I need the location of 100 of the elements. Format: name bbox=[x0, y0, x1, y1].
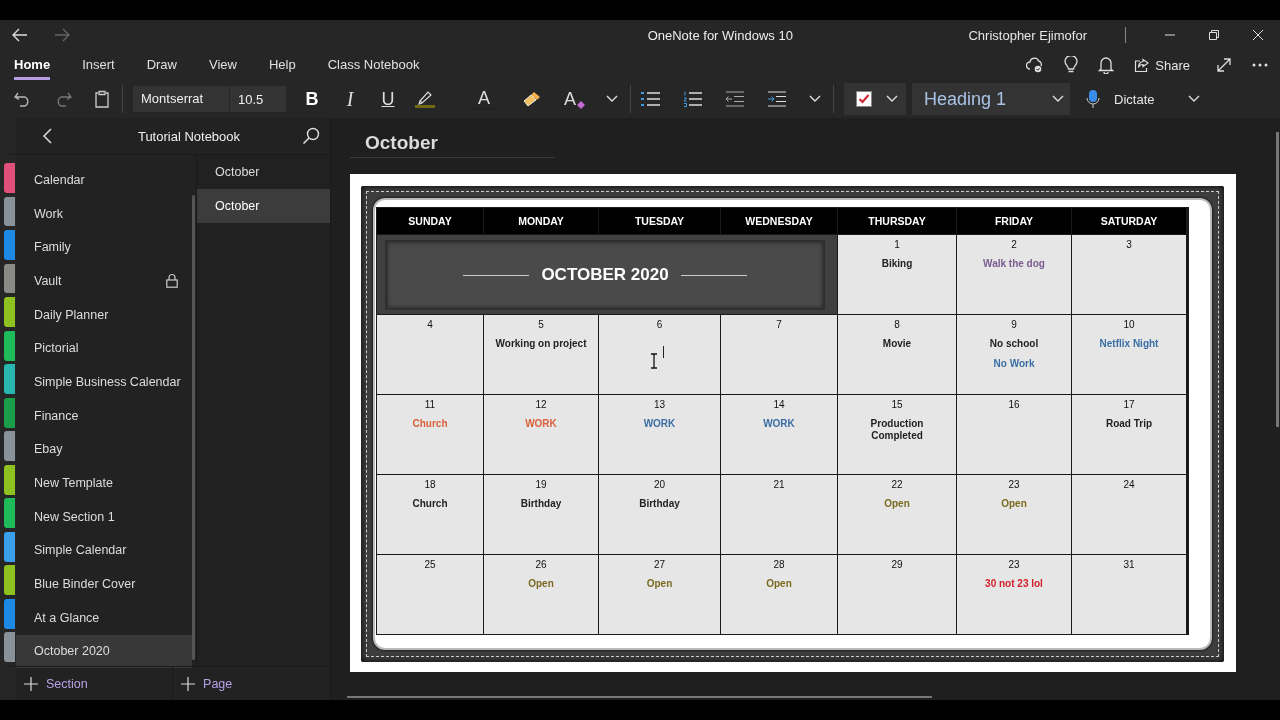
numbered-list-icon[interactable] bbox=[683, 91, 703, 107]
clear-formatting-button[interactable]: A bbox=[564, 88, 586, 110]
section-item[interactable]: Simple Calendar bbox=[16, 533, 192, 568]
calendar-day-cell[interactable]: 19 Birthday bbox=[484, 475, 598, 554]
section-item[interactable]: Daily Planner bbox=[16, 297, 192, 332]
calendar-day-cell[interactable]: 8 Movie bbox=[838, 315, 956, 394]
page-item[interactable]: October bbox=[197, 155, 330, 189]
section-color-tab[interactable] bbox=[4, 632, 15, 663]
section-color-tab[interactable] bbox=[4, 397, 15, 428]
calendar-day-cell[interactable]: 9 No school No Work bbox=[957, 315, 1071, 394]
ribbon-tab[interactable]: Insert bbox=[82, 50, 115, 80]
calendar-day-cell[interactable]: 23 Open bbox=[957, 475, 1071, 554]
format-painter-icon[interactable] bbox=[522, 90, 542, 108]
page-title[interactable]: October bbox=[350, 128, 555, 158]
calendar-day-cell[interactable]: 18 Church bbox=[377, 475, 483, 554]
share-button[interactable]: Share bbox=[1128, 56, 1196, 74]
style-dropdown[interactable]: Heading 1 bbox=[912, 83, 1070, 115]
section-color-tab[interactable] bbox=[4, 196, 15, 227]
section-color-tab[interactable] bbox=[4, 263, 15, 294]
ribbon-tab[interactable]: Class Notebook bbox=[327, 50, 420, 80]
bell-icon[interactable] bbox=[1098, 56, 1115, 74]
section-item[interactable]: Vault bbox=[16, 264, 192, 298]
back-icon[interactable] bbox=[12, 28, 28, 42]
calendar-day-cell[interactable]: 21 bbox=[721, 475, 837, 554]
calendar-day-cell[interactable]: 24 bbox=[1072, 475, 1186, 554]
outdent-icon[interactable] bbox=[725, 91, 745, 107]
section-color-tab[interactable] bbox=[4, 163, 15, 193]
forward-icon[interactable] bbox=[54, 28, 70, 42]
calendar-day-cell[interactable]: 11 Church bbox=[377, 395, 483, 474]
ribbon-tab[interactable]: Home bbox=[14, 50, 51, 80]
restore-icon[interactable] bbox=[1208, 29, 1220, 41]
close-icon[interactable] bbox=[1252, 29, 1264, 41]
highlighter-icon[interactable] bbox=[414, 89, 436, 109]
calendar-day-cell[interactable]: 5 Working on project bbox=[484, 315, 598, 394]
indent-icon[interactable] bbox=[767, 91, 787, 107]
lightbulb-icon[interactable] bbox=[1064, 56, 1079, 74]
section-color-tab[interactable] bbox=[4, 464, 15, 495]
calendar-day-cell[interactable]: 23 30 not 23 lol bbox=[957, 555, 1071, 634]
calendar-day-cell[interactable]: 6 bbox=[599, 315, 720, 394]
section-item[interactable]: Calendar bbox=[16, 163, 192, 197]
expand-icon[interactable] bbox=[1216, 57, 1232, 73]
section-item[interactable]: New Template bbox=[16, 466, 192, 500]
calendar-day-cell[interactable]: 27 Open bbox=[599, 555, 720, 634]
section-item[interactable]: October 2020 bbox=[16, 634, 192, 669]
section-color-tab[interactable] bbox=[4, 431, 15, 462]
section-color-tab[interactable] bbox=[4, 565, 15, 596]
calendar-day-cell[interactable]: 16 bbox=[957, 395, 1071, 474]
ribbon-tab[interactable]: Help bbox=[268, 50, 296, 80]
add-page-button[interactable]: Page bbox=[173, 667, 330, 700]
calendar-day-cell[interactable]: 26 Open bbox=[484, 555, 598, 634]
underline-button[interactable]: U bbox=[376, 88, 400, 110]
calendar-day-cell[interactable]: 2 Walk the dog bbox=[957, 235, 1071, 314]
section-item[interactable]: Family bbox=[16, 230, 192, 265]
section-item[interactable]: New Section 1 bbox=[16, 499, 192, 534]
clipboard-icon[interactable] bbox=[94, 90, 110, 108]
calendar-day-cell[interactable]: 28 Open bbox=[721, 555, 837, 634]
dictate-button[interactable]: Dictate bbox=[1080, 88, 1161, 110]
font-name-field[interactable]: Montserrat bbox=[133, 86, 230, 112]
section-color-tab[interactable] bbox=[4, 330, 15, 361]
user-name[interactable]: Christopher Ejimofor bbox=[968, 27, 1087, 43]
calendar-day-cell[interactable]: 17 Road Trip bbox=[1072, 395, 1186, 474]
calendar-day-cell[interactable]: 3 bbox=[1072, 235, 1186, 314]
ribbon-tab[interactable]: View bbox=[209, 50, 237, 80]
bullet-list-icon[interactable] bbox=[641, 91, 661, 107]
section-color-tab[interactable] bbox=[4, 297, 15, 327]
calendar-day-cell[interactable]: 25 bbox=[377, 555, 483, 634]
section-item[interactable]: Ebay bbox=[16, 432, 192, 467]
search-icon[interactable] bbox=[302, 127, 320, 145]
calendar-day-cell[interactable]: 4 bbox=[377, 315, 483, 394]
chevron-icon[interactable] bbox=[606, 95, 618, 103]
section-item[interactable]: Pictorial bbox=[16, 331, 192, 366]
section-color-tab[interactable] bbox=[4, 364, 15, 395]
calendar-day-cell[interactable]: 12 WORK bbox=[484, 395, 598, 474]
calendar-day-cell[interactable]: 14 WORK bbox=[721, 395, 837, 474]
calendar-day-cell[interactable]: 31 bbox=[1072, 555, 1186, 634]
section-color-tab[interactable] bbox=[4, 598, 15, 629]
font-color-button[interactable]: A bbox=[472, 88, 496, 110]
notebook-title[interactable]: Tutorial Notebook bbox=[137, 128, 241, 144]
calendar-day-cell[interactable]: 20 Birthday bbox=[599, 475, 720, 554]
font-size-field[interactable]: 10.5 bbox=[230, 91, 286, 107]
section-item[interactable]: Simple Business Calendar bbox=[16, 365, 192, 399]
calendar-day-cell[interactable]: 7 bbox=[721, 315, 837, 394]
calendar-day-cell[interactable]: 1 Biking bbox=[838, 235, 956, 314]
todo-tag-button[interactable] bbox=[844, 83, 906, 115]
section-color-tab[interactable] bbox=[4, 230, 15, 260]
page-item[interactable]: October bbox=[197, 189, 330, 223]
sync-icon[interactable] bbox=[1026, 57, 1045, 73]
calendar-day-cell[interactable]: 22 Open bbox=[838, 475, 956, 554]
calendar-day-cell[interactable]: 10 Netflix Night bbox=[1072, 315, 1186, 394]
more-icon[interactable] bbox=[1252, 63, 1268, 67]
section-item[interactable]: At a Glance bbox=[16, 600, 192, 635]
italic-button[interactable]: I bbox=[338, 87, 362, 111]
bold-button[interactable]: B bbox=[300, 88, 324, 110]
calendar-day-cell[interactable]: 13 WORK bbox=[599, 395, 720, 474]
calendar-day-cell[interactable]: 29 bbox=[838, 555, 956, 634]
chevron-icon[interactable] bbox=[809, 95, 821, 103]
section-color-tab[interactable] bbox=[4, 498, 15, 529]
calendar-day-cell[interactable]: 15 Production Completed bbox=[838, 395, 956, 474]
section-color-tab[interactable] bbox=[4, 531, 15, 562]
section-item[interactable]: Work bbox=[16, 196, 192, 231]
